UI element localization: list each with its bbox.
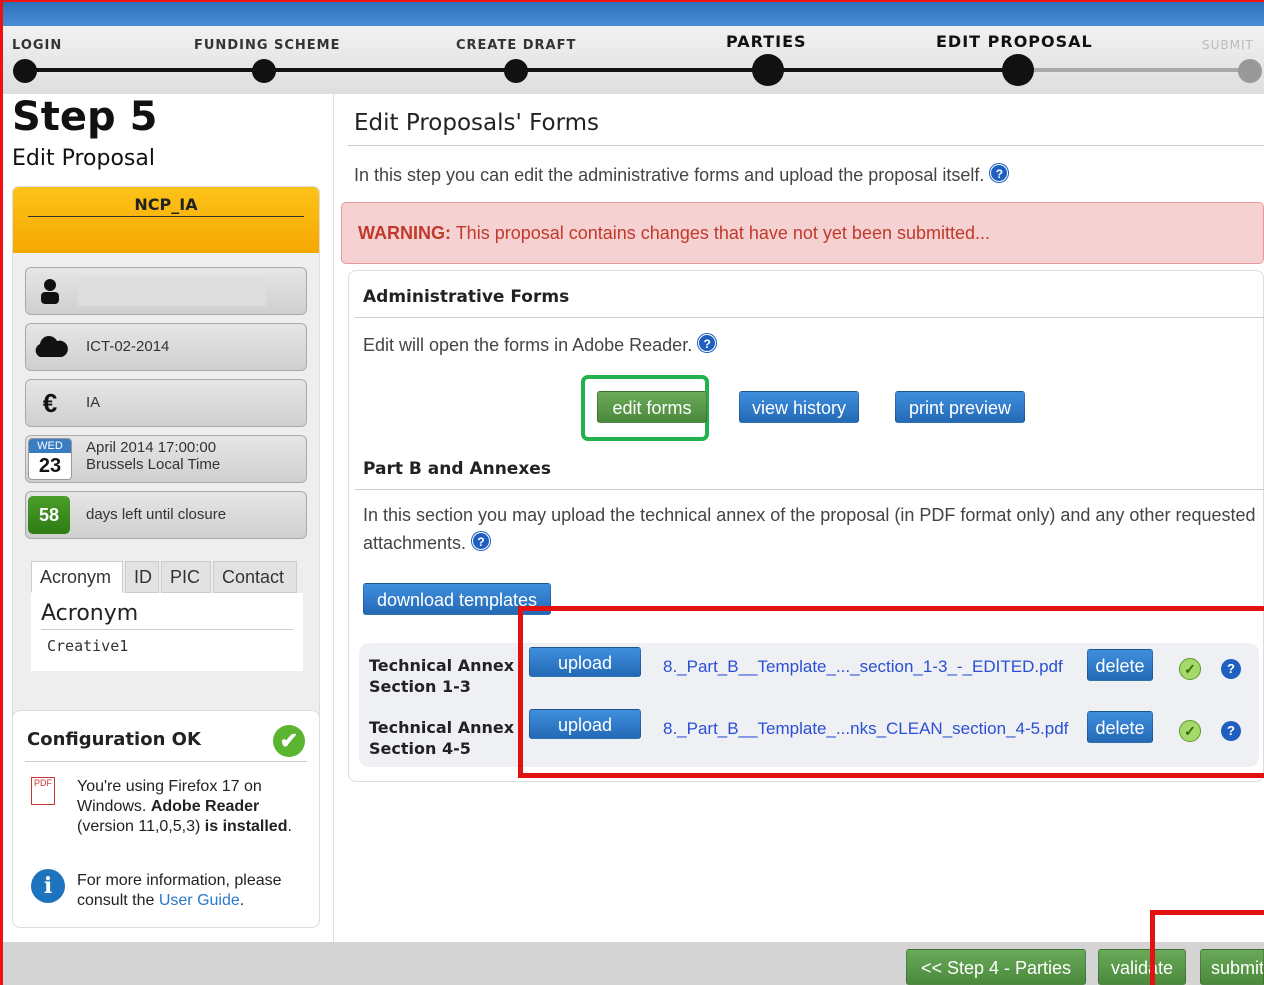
config-version: (version 11,0,5,3) xyxy=(77,818,201,835)
deadline-timezone: Brussels Local Time xyxy=(86,456,221,473)
cloud-icon xyxy=(26,324,74,370)
user-guide-link[interactable]: User Guide xyxy=(159,892,240,909)
deadline-text: April 2014 17:00:00 Brussels Local Time xyxy=(86,439,220,473)
config-divider xyxy=(25,761,307,762)
admin-forms-title: Administrative Forms xyxy=(363,287,570,307)
calendar-icon: WED 23 xyxy=(28,438,72,480)
pdf-icon-label: PDF xyxy=(34,778,52,788)
config-title: Configuration OK xyxy=(27,729,201,750)
step-edit-proposal-dot[interactable] xyxy=(1002,54,1034,86)
pdf-icon: PDF xyxy=(31,777,55,805)
deadline-date: April 2014 17:00:00 xyxy=(86,439,217,456)
admin-forms-text: Edit will open the forms in Adobe Reader… xyxy=(363,331,717,359)
help-icon[interactable]: ? xyxy=(698,334,717,352)
progress-steps: LOGIN FUNDING SCHEME CREATE DRAFT PARTIE… xyxy=(0,26,1264,94)
days-left-badge: 58 xyxy=(28,496,70,534)
tab-panel-heading: Acronym xyxy=(41,601,139,626)
part-b-message: In this section you may upload the techn… xyxy=(363,505,1256,553)
step-create-draft-dot[interactable] xyxy=(504,59,528,83)
calendar-day: 23 xyxy=(38,455,62,477)
step-parties-label: PARTIES xyxy=(726,32,807,51)
warning-label: WARNING: xyxy=(358,223,451,243)
euro-icon: € xyxy=(42,387,58,418)
tab-pic[interactable]: PIC xyxy=(161,561,211,593)
step-login-label: LOGIN xyxy=(12,38,63,53)
step-name: Edit Proposal xyxy=(12,146,155,171)
step-funding-scheme-label: FUNDING SCHEME xyxy=(194,38,341,53)
tab-acronym[interactable]: Acronym xyxy=(31,561,123,593)
admin-forms-message: Edit will open the forms in Adobe Reader… xyxy=(363,335,693,355)
info-icon: i xyxy=(31,869,65,903)
proposal-card: NCP_IA ICT-02-2014 € IA WED 23 April 201 xyxy=(12,186,320,786)
top-banner xyxy=(0,0,1264,26)
step-submit-dot xyxy=(1238,59,1262,83)
page-title: Edit Proposals' Forms xyxy=(354,110,600,136)
step-parties-dot[interactable] xyxy=(752,54,784,86)
step-login-dot[interactable] xyxy=(13,59,37,83)
step-funding-scheme-dot[interactable] xyxy=(252,59,276,83)
config-reader: Adobe Reader xyxy=(150,798,260,815)
days-left-row: 58 days left until closure xyxy=(25,491,307,539)
acronym-value: Creative1 xyxy=(47,637,129,655)
help-icon[interactable]: ? xyxy=(990,164,1009,182)
submit-highlight xyxy=(1150,910,1264,985)
title-divider xyxy=(348,145,1264,146)
proposal-header: NCP_IA xyxy=(13,187,319,253)
configuration-panel: Configuration OK ✔ PDF You're using Fire… xyxy=(12,710,320,928)
progress-track-remaining xyxy=(1018,68,1250,72)
config-installed: is installed xyxy=(204,818,288,835)
call-row: ICT-02-2014 xyxy=(25,323,307,371)
bottom-action-bar: << Step 4 - Parties validate submit xyxy=(0,942,1264,985)
help-icon[interactable]: ? xyxy=(472,532,491,550)
intro-message: In this step you can edit the administra… xyxy=(354,165,985,185)
annex-2-label: Technical Annex Section 4-5 xyxy=(369,718,515,758)
call-id: ICT-02-2014 xyxy=(86,338,170,355)
back-to-parties-button[interactable]: << Step 4 - Parties xyxy=(906,949,1086,985)
user-name-field xyxy=(78,278,266,306)
deadline-row: WED 23 April 2014 17:00:00 Brussels Loca… xyxy=(25,435,307,483)
warning-message: This proposal contains changes that have… xyxy=(455,223,991,243)
user-row xyxy=(25,267,307,315)
step-submit-label: SUBMIT xyxy=(1202,38,1254,52)
admin-divider xyxy=(355,317,1264,318)
edit-forms-button[interactable]: edit forms xyxy=(597,391,707,423)
part-b-divider xyxy=(355,489,1264,490)
warning-banner: WARNING: This proposal contains changes … xyxy=(341,202,1264,264)
tab-panel-divider xyxy=(41,629,293,630)
action-type: IA xyxy=(86,394,101,411)
step-edit-proposal-label: EDIT PROPOSAL xyxy=(936,32,1093,51)
user-icon xyxy=(26,268,74,314)
days-left-label: days left until closure xyxy=(86,506,227,523)
proposal-info-tabs: Acronym ID PIC Contact Acronym Creative1 xyxy=(31,561,303,671)
more-info-text: For more information, please consult the… xyxy=(77,872,282,909)
part-b-text: In this section you may upload the techn… xyxy=(363,501,1259,557)
print-preview-button[interactable]: print preview xyxy=(895,391,1025,423)
tab-id[interactable]: ID xyxy=(125,561,159,593)
intro-text: In this step you can edit the administra… xyxy=(354,164,1009,186)
step-number: Step 5 xyxy=(12,94,158,140)
check-icon: ✔ xyxy=(273,725,305,757)
view-history-button[interactable]: view history xyxy=(739,391,859,423)
type-row: € IA xyxy=(25,379,307,427)
calendar-weekday: WED xyxy=(29,439,71,453)
tab-contact[interactable]: Contact xyxy=(213,561,297,593)
tab-panel: Acronym Creative1 xyxy=(31,593,303,671)
proposal-name: NCP_IA xyxy=(28,195,304,217)
uploads-highlight xyxy=(518,606,1264,778)
sidebar: Step 5 Edit Proposal NCP_IA ICT-02-2014 … xyxy=(10,94,334,944)
part-b-title: Part B and Annexes xyxy=(363,459,551,479)
step-create-draft-label: CREATE DRAFT xyxy=(456,38,577,53)
config-message: You're using Firefox 17 on Windows. Adob… xyxy=(77,778,292,835)
annex-1-label: Technical Annex Section 1-3 xyxy=(369,656,515,696)
